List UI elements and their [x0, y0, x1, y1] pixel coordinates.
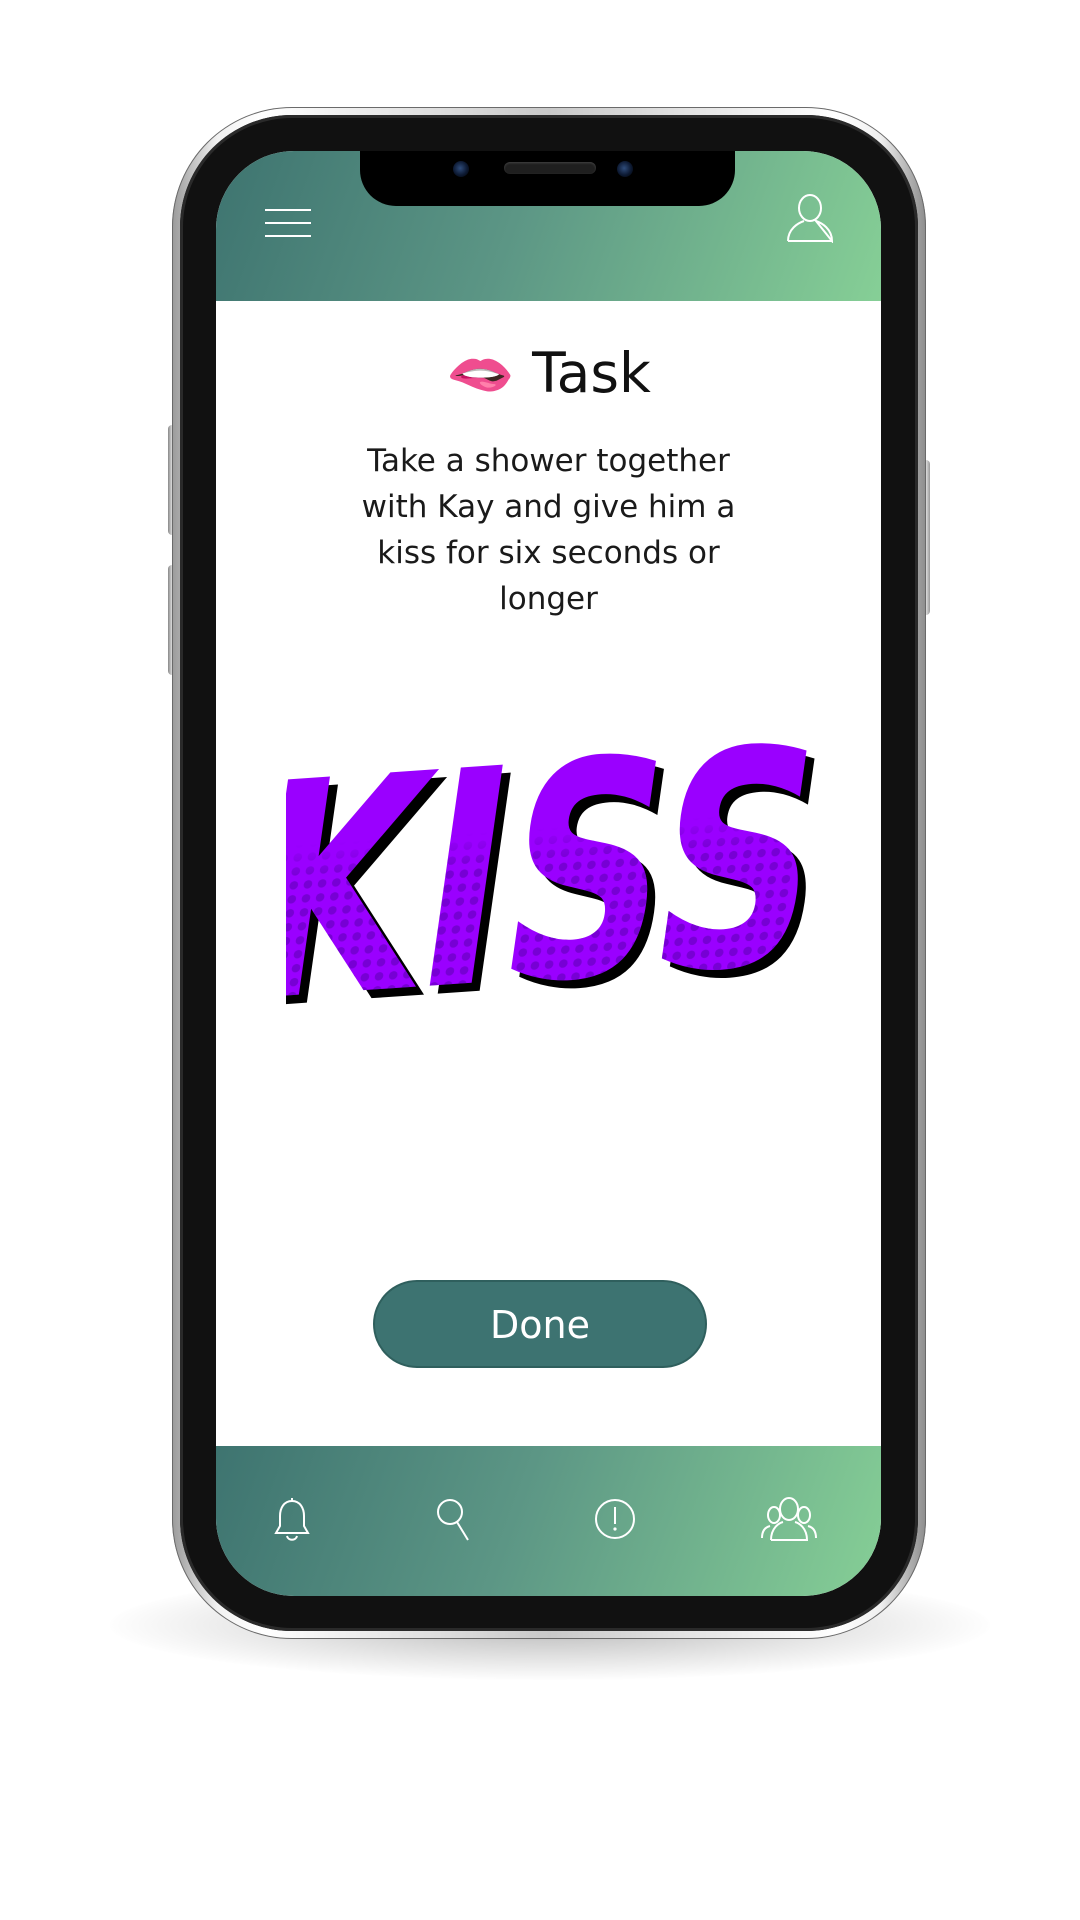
user-profile-icon[interactable]	[786, 193, 834, 244]
app-screen: 🫦 Task Take a shower together with Kay a…	[216, 151, 881, 1596]
task-title: 🫦 Task	[446, 341, 651, 405]
task-description: Take a shower together with Kay and give…	[361, 443, 736, 617]
phone-notch	[360, 151, 735, 206]
kiss-sticker-halftone: KISS	[286, 682, 831, 1011]
earpiece-speaker	[504, 162, 596, 174]
alert-info-icon[interactable]	[594, 1498, 636, 1540]
group-users-icon[interactable]	[761, 1496, 817, 1542]
sensor	[617, 161, 633, 177]
kiss-sticker-image: KISS KISS KISS	[226, 681, 851, 1078]
bell-icon[interactable]	[274, 1498, 310, 1542]
hamburger-menu-icon[interactable]	[264, 208, 312, 238]
done-button[interactable]: Done	[373, 1280, 707, 1368]
search-icon[interactable]	[436, 1498, 472, 1542]
bottom-nav-bar	[216, 1446, 881, 1596]
front-camera	[453, 161, 469, 177]
